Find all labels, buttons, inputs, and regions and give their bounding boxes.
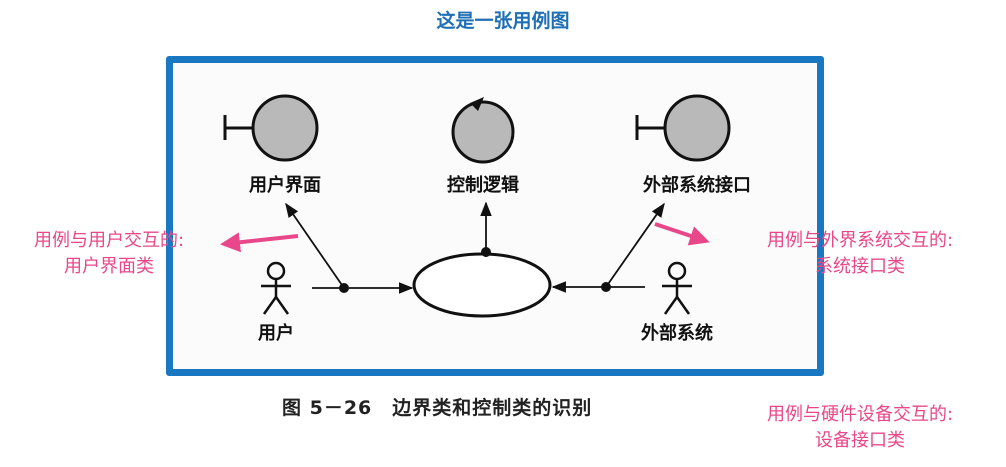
annotation-arrow-right	[654, 222, 710, 246]
annotation-bottom-line2: 设备接口类	[815, 430, 905, 451]
class-label-external: 外部系统接口	[643, 175, 751, 196]
control-class-icon	[451, 97, 515, 164]
annotation-right-line1: 用例与外界系统交互的:	[766, 230, 954, 251]
annotation-left-line2: 用户界面类	[64, 256, 154, 277]
boundary-class-external-icon	[635, 94, 731, 162]
annotation-bottom: 用例与硬件设备交互的: 设备接口类	[717, 402, 1003, 454]
annotation-right-line2: 系统接口类	[815, 256, 905, 277]
arrow-to-external-class	[605, 202, 665, 288]
class-label-ui: 用户界面	[249, 175, 321, 196]
class-label-control: 控制逻辑	[447, 175, 519, 196]
actor-label-user: 用户	[258, 323, 294, 344]
annotation-left-line1: 用例与用户交互的:	[33, 230, 185, 251]
annotation-arrow-left	[220, 232, 299, 253]
annotation-left: 用例与用户交互的: 用户界面类	[2, 228, 216, 280]
actor-user-icon	[261, 261, 291, 315]
boundary-class-ui-icon	[223, 94, 319, 162]
actor-external-icon	[662, 261, 692, 315]
figure-caption: 图 5－26 边界类和控制类的识别	[282, 397, 593, 419]
annotation-right: 用例与外界系统交互的: 系统接口类	[717, 228, 1003, 280]
actor-label-external: 外部系统	[641, 323, 713, 344]
arrow-to-ui-class	[285, 202, 345, 289]
annotation-bottom-line1: 用例与硬件设备交互的:	[766, 404, 954, 425]
use-case-ellipse	[412, 252, 552, 318]
